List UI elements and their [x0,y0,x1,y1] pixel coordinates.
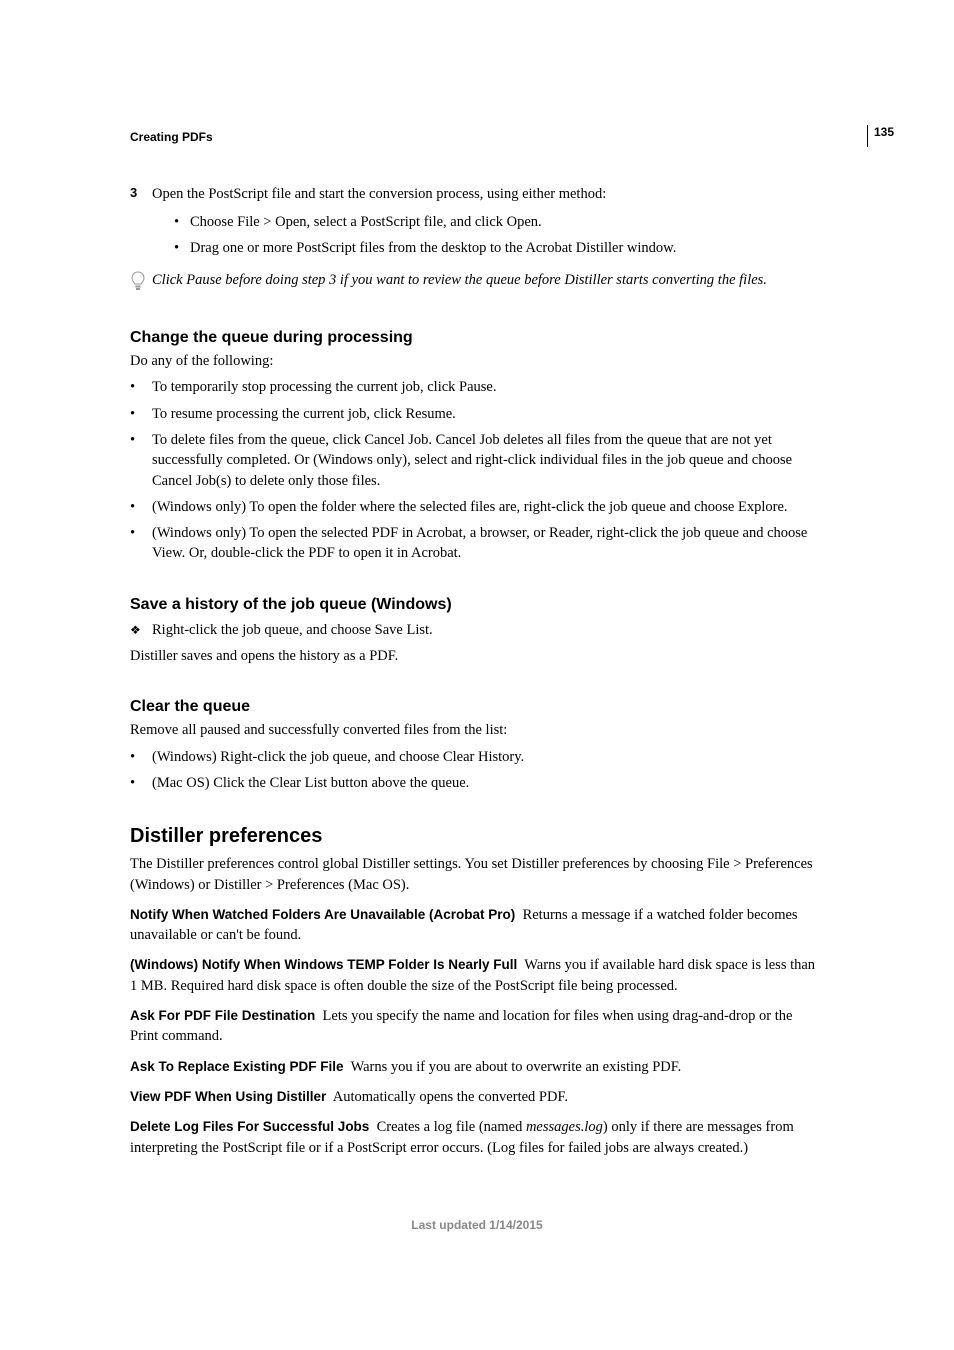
list-text: (Windows only) To open the selected PDF … [152,523,824,564]
pref-item: (Windows) Notify When Windows TEMP Folde… [130,955,824,996]
list-item: •(Windows) Right-click the job queue, an… [130,747,824,767]
note-text: Distiller saves and opens the history as… [130,646,824,666]
list-text: (Windows only) To open the folder where … [152,497,824,517]
pref-item: Ask To Replace Existing PDF File Warns y… [130,1057,824,1077]
pref-item: Notify When Watched Folders Are Unavaila… [130,905,824,946]
sub-bullet-text: Drag one or more PostScript files from t… [190,238,676,260]
step-number: 3 [130,184,152,204]
list-item: •To delete files from the queue, click C… [130,430,824,491]
lightbulb-icon [130,270,152,297]
action-item: ❖Right-click the job queue, and choose S… [130,620,824,640]
list-text: To delete files from the queue, click Ca… [152,430,824,491]
bullet-dot: • [174,212,190,234]
pref-item: View PDF When Using Distiller Automatica… [130,1087,824,1107]
bullet-dot: • [174,238,190,260]
footer-last-updated: Last updated 1/14/2015 [130,1218,824,1232]
pref-term: Ask For PDF File Destination [130,1008,315,1023]
tip-text: Click Pause before doing step 3 if you w… [152,270,767,290]
running-header: Creating PDFs [130,130,824,144]
bullet-dot: • [130,377,152,397]
list-text: To temporarily stop processing the curre… [152,377,824,397]
list-item: •To resume processing the current job, c… [130,404,824,424]
bullet-dot: • [130,430,152,491]
pref-term: (Windows) Notify When Windows TEMP Folde… [130,957,517,972]
sub-bullet: • Drag one or more PostScript files from… [174,238,824,260]
pref-desc-pre: Creates a log file (named [377,1119,526,1135]
list-text: To resume processing the current job, cl… [152,404,824,424]
pref-term: Ask To Replace Existing PDF File [130,1059,344,1074]
heading-distiller-preferences: Distiller preferences [130,825,824,848]
step-3: 3 Open the PostScript file and start the… [130,184,824,204]
intro-text: Do any of the following: [130,351,824,371]
list-text: (Mac OS) Click the Clear List button abo… [152,773,824,793]
pref-item: Ask For PDF File Destination Lets you sp… [130,1006,824,1047]
page-number: 135 [867,125,894,147]
sub-bullet-text: Choose File > Open, select a PostScript … [190,212,542,234]
diamond-bullet: ❖ [130,620,152,640]
bullet-dot: • [130,747,152,767]
bullet-dot: • [130,773,152,793]
pref-term: View PDF When Using Distiller [130,1089,326,1104]
list-item: •(Windows only) To open the folder where… [130,497,824,517]
action-text: Right-click the job queue, and choose Sa… [152,620,824,640]
bullet-dot: • [130,523,152,564]
pref-desc: Warns you if you are about to overwrite … [351,1059,682,1075]
heading-clear-queue: Clear the queue [130,698,824,716]
pref-term: Delete Log Files For Successful Jobs [130,1119,369,1134]
pref-term: Notify When Watched Folders Are Unavaila… [130,907,515,922]
pref-desc: Automatically opens the converted PDF. [333,1089,568,1105]
list-item: •(Mac OS) Click the Clear List button ab… [130,773,824,793]
bullet-dot: • [130,497,152,517]
step-text: Open the PostScript file and start the c… [152,184,824,204]
sub-bullet: • Choose File > Open, select a PostScrip… [174,212,824,234]
heading-save-history: Save a history of the job queue (Windows… [130,596,824,614]
heading-change-queue: Change the queue during processing [130,329,824,347]
intro-text: Remove all paused and successfully conve… [130,720,824,740]
intro-text: The Distiller preferences control global… [130,854,824,895]
list-item: •To temporarily stop processing the curr… [130,377,824,397]
list-text: (Windows) Right-click the job queue, and… [152,747,824,767]
filename: messages.log [526,1119,603,1135]
tip: Click Pause before doing step 3 if you w… [130,270,824,297]
bullet-dot: • [130,404,152,424]
list-item: •(Windows only) To open the selected PDF… [130,523,824,564]
pref-item: Delete Log Files For Successful Jobs Cre… [130,1117,824,1158]
